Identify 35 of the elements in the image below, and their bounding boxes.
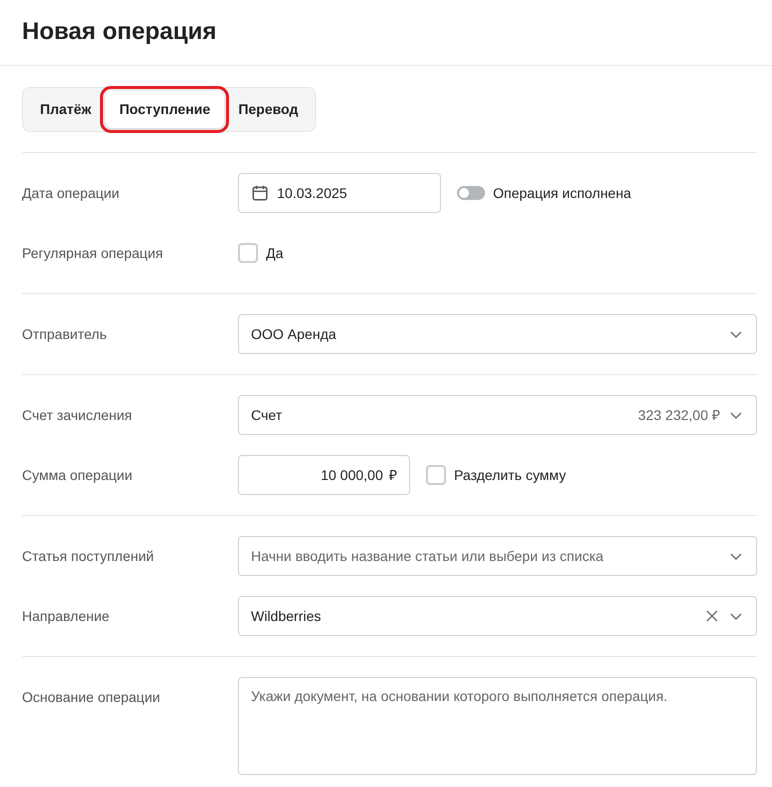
- page-title: Новая операция: [22, 18, 216, 47]
- checkbox-label: Да: [266, 244, 284, 263]
- field-label: Сумма операции: [22, 466, 134, 485]
- amount-value: 10 000,00: [320, 466, 383, 484]
- tab[interactable]: Платёж: [26, 91, 106, 128]
- tab[interactable]: Поступление: [105, 91, 224, 128]
- checkbox[interactable]: [238, 243, 258, 263]
- dropdown-field[interactable]: Начни вводить название статьи или выбери из списка: [238, 536, 757, 576]
- field-label: Дата операции: [22, 184, 120, 203]
- dropdown-field[interactable]: ООО Аренда: [238, 314, 757, 354]
- close-icon[interactable]: [704, 608, 720, 624]
- selected-value: Wildberries: [251, 606, 322, 626]
- dropdown-field[interactable]: Wildberries: [238, 596, 757, 636]
- date-value: 10.03.2025: [277, 184, 348, 202]
- toggle-label: Операция исполнена: [493, 184, 632, 203]
- checkbox-label: Разделить сумму: [454, 466, 566, 485]
- text-area[interactable]: Укажи документ, на основании которого выполняется операция.: [238, 677, 757, 775]
- toggle-switch[interactable]: [457, 186, 485, 200]
- placeholder-text: Начни вводить название статьи или выбери из списка: [251, 546, 604, 566]
- field-label: Направление: [22, 606, 110, 626]
- dropdown-field[interactable]: Счет 323 232,00 ₽: [238, 395, 757, 435]
- balance-text: 323 232,00 ₽: [638, 406, 720, 424]
- selected-value: ООО Аренда: [251, 324, 338, 344]
- field-label: Регулярная операция: [22, 244, 164, 263]
- field-label: Отправитель: [22, 324, 108, 344]
- currency-sign: ₽: [389, 466, 397, 484]
- checkbox[interactable]: [426, 465, 446, 485]
- amount-field[interactable]: 10 000,00 ₽: [238, 455, 410, 495]
- field-label: Счет зачисления: [22, 406, 133, 424]
- selected-value: Счет: [251, 406, 283, 424]
- field-label: Статья поступлений: [22, 546, 155, 566]
- date-field[interactable]: 10.03.2025: [238, 173, 441, 213]
- tab[interactable]: Перевод: [224, 91, 312, 128]
- calendar-icon: [251, 184, 269, 202]
- field-label: Основание операции: [22, 688, 162, 707]
